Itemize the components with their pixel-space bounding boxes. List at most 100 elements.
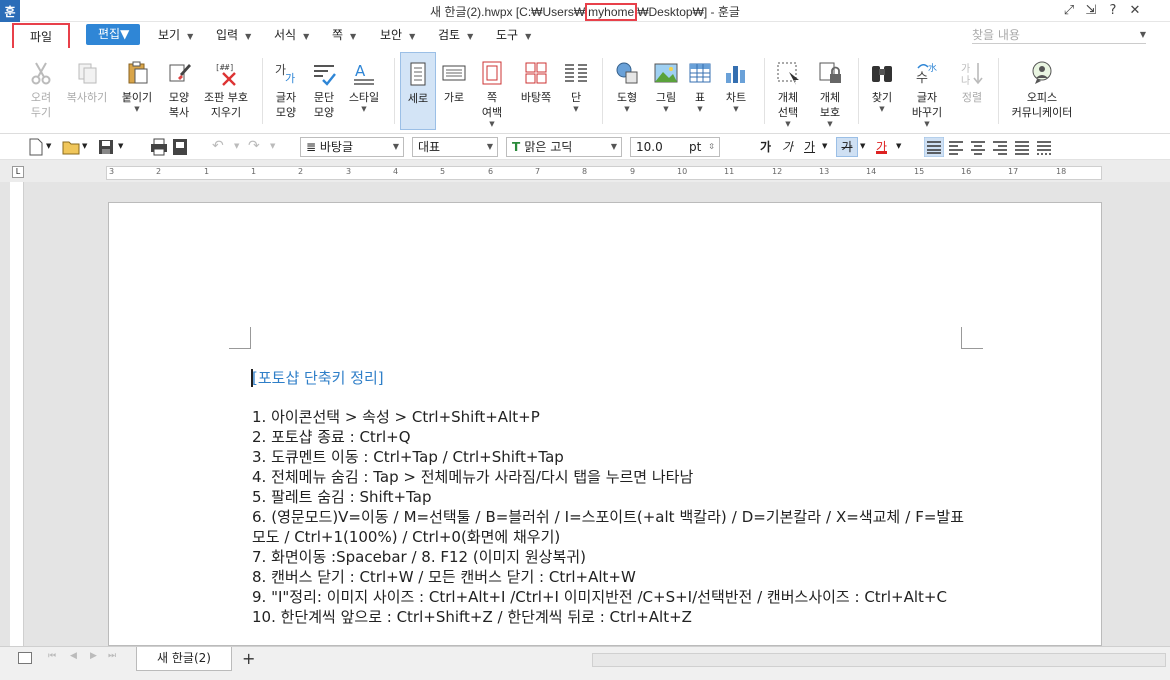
communicator-label-1: 오피스 bbox=[1026, 91, 1058, 104]
strikethrough-button[interactable]: 가 bbox=[836, 137, 858, 157]
page-margin-button[interactable]: 쪽 여백 ▼ bbox=[474, 52, 510, 130]
fullscreen-icon[interactable]: ⤢ bbox=[1060, 3, 1078, 19]
image-button[interactable]: 그림 ▼ bbox=[648, 52, 684, 130]
menu-security[interactable]: 보안 ▼ bbox=[380, 26, 415, 45]
paste-button[interactable]: 붙이기 ▼ bbox=[116, 52, 158, 130]
bold-button[interactable]: 가 bbox=[760, 138, 771, 156]
chevron-down-icon[interactable]: ▼ bbox=[234, 142, 239, 160]
object-protect-button[interactable]: 개체 보호 ▼ bbox=[812, 52, 848, 130]
chevron-down-icon: ▼ bbox=[245, 32, 252, 41]
object-select-button[interactable]: 개체 선택 ▼ bbox=[770, 52, 806, 130]
menu-page[interactable]: 쪽 ▼ bbox=[332, 26, 356, 45]
para-shape-label-1: 문단 bbox=[313, 91, 335, 104]
italic-button[interactable]: 가 bbox=[782, 138, 793, 156]
new-document-icon[interactable] bbox=[28, 138, 44, 156]
align-divide-icon[interactable] bbox=[1036, 138, 1052, 156]
communicator-icon bbox=[1032, 61, 1052, 84]
chevron-down-icon[interactable]: ▼ bbox=[822, 142, 827, 160]
tab-stop-icon[interactable]: L bbox=[12, 166, 24, 178]
ruler-tick-label: 1 bbox=[251, 167, 257, 176]
horizontal-scrollbar[interactable] bbox=[592, 653, 1166, 667]
menu-tools[interactable]: 도구 ▼ bbox=[496, 26, 531, 45]
table-button[interactable]: 표 ▼ bbox=[686, 52, 714, 130]
menu-review[interactable]: 검토 ▼ bbox=[438, 26, 473, 45]
align-left-icon[interactable] bbox=[948, 138, 964, 156]
prev-tab-icon[interactable]: ◀ bbox=[70, 651, 77, 661]
font-select[interactable]: T 맑은 고딕 ▼ bbox=[506, 137, 622, 157]
office-communicator-button[interactable]: 오피스 커뮤니케이터 bbox=[1004, 52, 1080, 130]
tab-list-icon[interactable] bbox=[18, 652, 32, 664]
menu-view[interactable]: 보기 ▼ bbox=[158, 26, 193, 45]
help-icon[interactable]: ? bbox=[1104, 3, 1122, 19]
redo-icon[interactable]: ↷ bbox=[248, 138, 260, 156]
document-body[interactable]: 1. 아이콘선택 > 속성 > Ctrl+Shift+Alt+P 2. 포토샵 … bbox=[252, 407, 964, 627]
style-select[interactable]: ≣ 바탕글 ▼ bbox=[300, 137, 404, 157]
document-page[interactable]: [포토샵 단축키 정리] 1. 아이콘선택 > 속성 > Ctrl+Shift+… bbox=[108, 202, 1102, 646]
shapes-icon bbox=[616, 62, 638, 84]
svg-text:나: 나 bbox=[961, 75, 970, 86]
style-button[interactable]: A 스타일 ▼ bbox=[344, 52, 384, 130]
chevron-down-icon[interactable]: ▼ bbox=[270, 142, 275, 160]
vertical-ruler[interactable] bbox=[10, 182, 24, 646]
font-size-input[interactable]: 10.0 pt ⇳ bbox=[630, 137, 720, 157]
chevron-down-icon[interactable]: ▼ bbox=[118, 142, 123, 160]
chart-button[interactable]: 차트 ▼ bbox=[718, 52, 754, 130]
align-right-icon[interactable] bbox=[992, 138, 1008, 156]
language-select[interactable]: 대표 ▼ bbox=[412, 137, 498, 157]
doc-line: 6. (영문모드)V=이동 / M=선택툴 / B=블러쉬 / I=스포이트(+… bbox=[252, 508, 964, 546]
menu-format[interactable]: 서식 ▼ bbox=[274, 26, 309, 45]
format-copy-label-1: 모양 bbox=[168, 91, 190, 104]
replace-button[interactable]: 수水 글자 바꾸기 ▼ bbox=[904, 52, 950, 130]
image-label: 그림 bbox=[655, 91, 677, 104]
ruler-tick-label: 6 bbox=[488, 167, 494, 176]
object-protect-label-2: 보호 bbox=[819, 106, 841, 119]
find-input[interactable]: 찾을 내용 ▼ bbox=[972, 26, 1146, 44]
para-shape-button[interactable]: 문단 모양 bbox=[306, 52, 342, 130]
cut-label-2: 두기 bbox=[30, 106, 52, 119]
chevron-down-icon[interactable]: ▼ bbox=[82, 142, 87, 160]
clear-marks-button[interactable]: [##] 조판 부호 지우기 bbox=[200, 52, 252, 130]
portrait-button[interactable]: 세로 bbox=[400, 52, 436, 130]
clear-marks-label-2: 지우기 bbox=[210, 106, 242, 119]
underline-button[interactable]: 가 bbox=[804, 138, 815, 156]
find-button[interactable]: 찾기 ▼ bbox=[864, 52, 900, 130]
doc-line: 7. 화면이동 :Spacebar / 8. F12 (이미지 원상복귀) bbox=[252, 548, 586, 566]
format-brush-icon bbox=[169, 64, 191, 82]
close-icon[interactable]: ✕ bbox=[1126, 3, 1144, 19]
chevron-down-icon[interactable]: ▼ bbox=[46, 142, 51, 160]
columns-button[interactable]: 단 ▼ bbox=[560, 52, 592, 130]
save-icon[interactable] bbox=[98, 138, 114, 156]
align-center-icon[interactable] bbox=[970, 138, 986, 156]
cut-button[interactable]: 오려 두기 bbox=[24, 52, 58, 130]
restore-icon[interactable]: ⇲ bbox=[1082, 3, 1100, 19]
next-tab-icon[interactable]: ▶ bbox=[90, 651, 97, 661]
chevron-down-icon[interactable]: ▼ bbox=[860, 142, 865, 160]
first-tab-icon[interactable]: ⏮ bbox=[48, 651, 56, 661]
align-justify-icon[interactable] bbox=[924, 137, 944, 157]
print-icon[interactable] bbox=[150, 138, 168, 156]
copy-label: 복사하기 bbox=[66, 91, 108, 104]
ruler-tick-label: 14 bbox=[866, 167, 877, 176]
bar-chart-icon bbox=[726, 66, 745, 83]
ribbon-separator bbox=[998, 58, 999, 124]
add-tab-button[interactable]: + bbox=[242, 649, 255, 668]
landscape-button[interactable]: 가로 bbox=[438, 52, 470, 130]
undo-icon[interactable]: ↶ bbox=[212, 138, 224, 156]
open-folder-icon[interactable] bbox=[62, 138, 80, 156]
master-page-button[interactable]: 바탕쪽 bbox=[516, 52, 556, 130]
copy-button[interactable]: 복사하기 bbox=[62, 52, 112, 130]
shape-button[interactable]: 도형 ▼ bbox=[608, 52, 646, 130]
menu-edit[interactable]: 편집▼ bbox=[86, 24, 140, 45]
document-tab[interactable]: 새 한글(2) bbox=[136, 647, 232, 671]
last-tab-icon[interactable]: ⏭ bbox=[108, 651, 116, 661]
sort-button[interactable]: 가나 정렬 bbox=[954, 52, 990, 130]
text-color-button[interactable]: 가 bbox=[876, 138, 888, 154]
chevron-down-icon[interactable]: ▼ bbox=[896, 142, 901, 160]
doc-line: 5. 팔레트 숨김 : Shift+Tap bbox=[252, 488, 432, 506]
align-distribute-icon[interactable] bbox=[1014, 138, 1030, 156]
menu-insert[interactable]: 입력 ▼ bbox=[216, 26, 251, 45]
char-shape-button[interactable]: 가가 글자 모양 bbox=[268, 52, 304, 130]
format-copy-button[interactable]: 모양 복사 bbox=[162, 52, 196, 130]
horizontal-ruler[interactable]: 3 2 1 1 2 3 4 5 6 7 8 9 10 11 12 13 14 15 16 17 18 bbox=[106, 166, 1102, 180]
print-preview-icon[interactable] bbox=[172, 138, 188, 156]
